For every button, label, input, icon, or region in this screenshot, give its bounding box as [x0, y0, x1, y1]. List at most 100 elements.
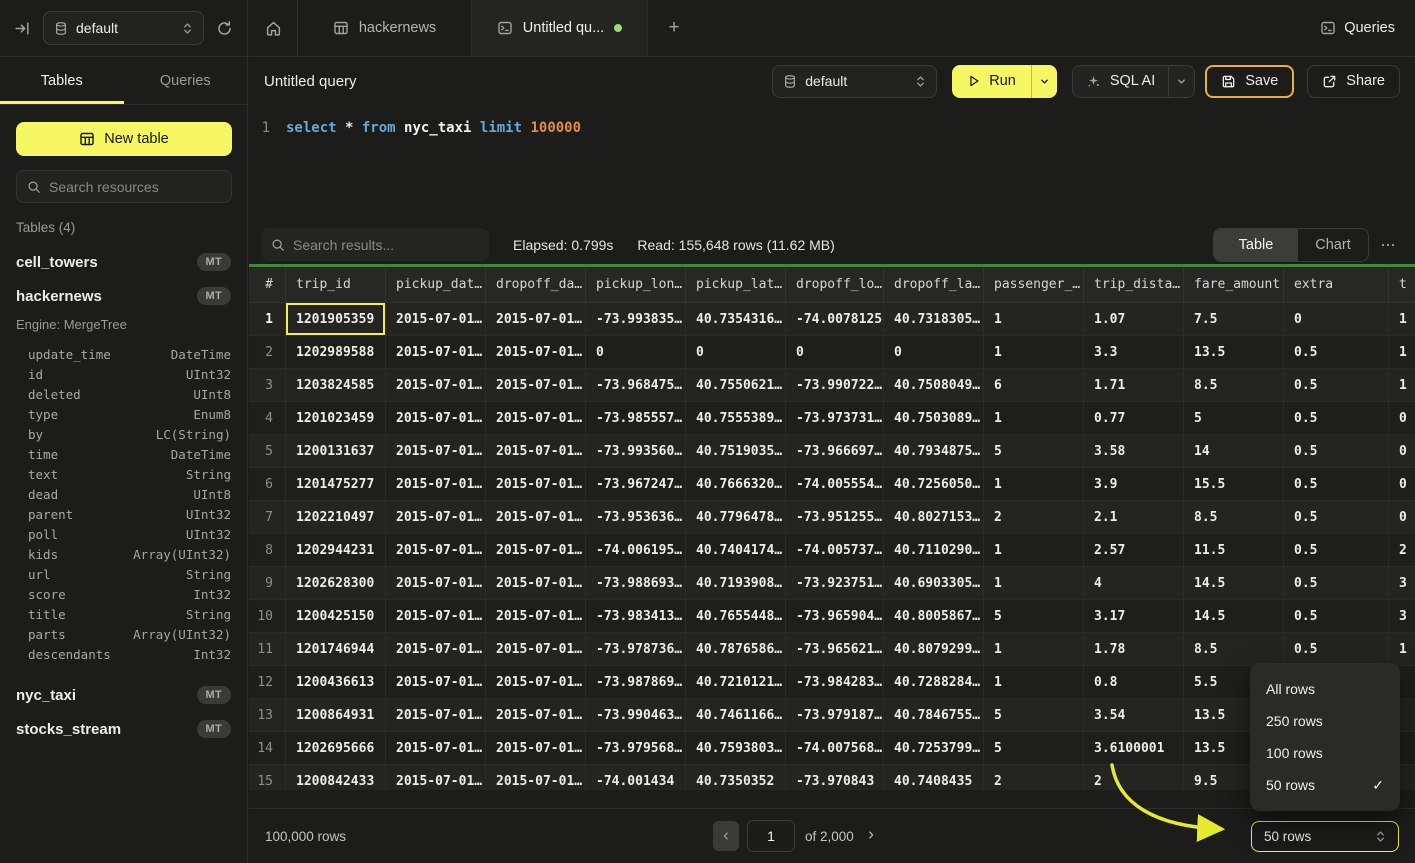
table-cell[interactable]: 40.7934875… — [884, 435, 984, 468]
search-results-box[interactable] — [261, 228, 489, 261]
table-cell[interactable]: 1 — [984, 633, 1084, 666]
table-cell[interactable]: -74.005737… — [786, 534, 884, 567]
table-cell[interactable]: 40.7550621… — [686, 369, 786, 402]
table-cell[interactable]: 1200425150 — [286, 600, 386, 633]
search-resources-box[interactable] — [16, 170, 232, 203]
tab-home[interactable] — [249, 0, 298, 56]
table-cell[interactable]: 2015-07-01… — [386, 600, 486, 633]
table-cell[interactable]: 2015-07-01… — [486, 468, 586, 501]
table-cell[interactable]: 40.7354316… — [686, 303, 786, 336]
table-cell[interactable]: 2 — [1389, 534, 1415, 567]
table-cell[interactable]: 2015-07-01… — [386, 468, 486, 501]
table-cell[interactable]: 0 — [1389, 468, 1415, 501]
table-cell[interactable]: 2015-07-01… — [386, 666, 486, 699]
table-cell[interactable]: 40.7555389… — [686, 402, 786, 435]
table-cell[interactable]: 13.5 — [1184, 336, 1284, 369]
query-database-selector[interactable]: default — [772, 65, 937, 98]
table-cell[interactable]: 2.57 — [1084, 534, 1184, 567]
table-cell[interactable]: 1201023459 — [286, 402, 386, 435]
table-cell[interactable]: -73.985557… — [586, 402, 686, 435]
view-toggle-chart[interactable]: Chart — [1298, 229, 1368, 261]
table-cell[interactable]: 3.17 — [1084, 600, 1184, 633]
table-cell[interactable]: 40.7655448… — [686, 600, 786, 633]
search-resources-input[interactable] — [49, 179, 221, 195]
column-header[interactable]: trip_dista… — [1084, 267, 1184, 303]
table-cell[interactable]: 1 — [1389, 303, 1415, 336]
table-cell[interactable]: 2015-07-01… — [486, 567, 586, 600]
table-cell[interactable]: 1200436613 — [286, 666, 386, 699]
table-cell[interactable]: 40.7288284… — [884, 666, 984, 699]
sidebar-tab-queries[interactable]: Queries — [124, 57, 248, 104]
table-cell[interactable]: 1 — [1389, 369, 1415, 402]
table-cell[interactable]: 2015-07-01… — [386, 534, 486, 567]
table-cell[interactable]: 2015-07-01… — [486, 666, 586, 699]
table-cell[interactable]: 40.7256050… — [884, 468, 984, 501]
column-header[interactable]: fare_amount — [1184, 267, 1284, 303]
table-cell[interactable]: 2015-07-01… — [486, 303, 586, 336]
table-cell[interactable]: 1 — [984, 567, 1084, 600]
sidebar-table-cell-towers[interactable]: cell_towers MT — [0, 245, 247, 279]
table-cell[interactable]: 1202628300 — [286, 567, 386, 600]
table-cell[interactable]: 0.5 — [1284, 435, 1389, 468]
column-header[interactable]: t — [1389, 267, 1415, 303]
table-cell[interactable]: 3 — [1389, 600, 1415, 633]
table-cell[interactable]: 3 — [1389, 567, 1415, 600]
page-number-input[interactable] — [747, 820, 795, 852]
table-cell[interactable]: -73.979187… — [786, 699, 884, 732]
table-cell[interactable]: 8.5 — [1184, 369, 1284, 402]
table-cell[interactable]: 40.7876586… — [686, 633, 786, 666]
table-cell[interactable]: 15.5 — [1184, 468, 1284, 501]
table-cell[interactable]: 5 — [984, 435, 1084, 468]
table-cell[interactable]: 2015-07-01… — [486, 633, 586, 666]
table-cell[interactable]: 2015-07-01… — [486, 765, 586, 790]
table-cell[interactable]: 40.7318305… — [884, 303, 984, 336]
table-cell[interactable]: 1200131637 — [286, 435, 386, 468]
table-cell[interactable]: 0 — [1284, 303, 1389, 336]
table-cell[interactable]: 14.5 — [1184, 567, 1284, 600]
table-cell[interactable]: -74.005554… — [786, 468, 884, 501]
table-cell[interactable]: 1.78 — [1084, 633, 1184, 666]
column-header[interactable]: dropoff_lo… — [786, 267, 884, 303]
table-cell[interactable]: 2015-07-01… — [486, 336, 586, 369]
search-results-input[interactable] — [293, 237, 479, 253]
table-cell[interactable]: 2 — [984, 501, 1084, 534]
table-cell[interactable]: 0 — [1389, 435, 1415, 468]
table-cell[interactable]: 40.7404174… — [686, 534, 786, 567]
table-cell[interactable]: 3.3 — [1084, 336, 1184, 369]
table-cell[interactable]: 2015-07-01… — [386, 699, 486, 732]
table-cell[interactable]: 3.6100001 — [1084, 732, 1184, 765]
refresh-icon[interactable] — [216, 20, 233, 37]
table-cell[interactable]: 3.58 — [1084, 435, 1184, 468]
table-cell[interactable]: 40.7210121… — [686, 666, 786, 699]
menu-item[interactable]: All rows — [1250, 673, 1400, 705]
table-cell[interactable]: 0.5 — [1284, 501, 1389, 534]
page-size-selector[interactable]: 50 rows — [1251, 821, 1399, 852]
table-cell[interactable]: 2015-07-01… — [386, 501, 486, 534]
sidebar-table-nyc-taxi[interactable]: nyc_taxi MT — [0, 678, 247, 712]
table-cell[interactable]: 5 — [984, 732, 1084, 765]
table-cell[interactable]: 40.6903305… — [884, 567, 984, 600]
table-cell[interactable]: 2015-07-01… — [486, 435, 586, 468]
table-cell[interactable]: 14 — [1184, 435, 1284, 468]
table-cell[interactable]: 1 — [984, 534, 1084, 567]
table-cell[interactable]: 1 — [1389, 633, 1415, 666]
table-cell[interactable]: 1202989588 — [286, 336, 386, 369]
table-cell[interactable]: -73.988693… — [586, 567, 686, 600]
table-cell[interactable]: 40.7519035… — [686, 435, 786, 468]
table-cell[interactable]: 1 — [1389, 336, 1415, 369]
table-cell[interactable]: 0.5 — [1284, 468, 1389, 501]
table-cell[interactable]: 40.7253799… — [884, 732, 984, 765]
table-cell[interactable]: 40.7666320… — [686, 468, 786, 501]
table-cell[interactable]: 0.5 — [1284, 369, 1389, 402]
table-cell[interactable]: 5 — [984, 600, 1084, 633]
table-cell[interactable]: 40.7461166… — [686, 699, 786, 732]
table-cell[interactable]: -73.993835… — [586, 303, 686, 336]
table-cell[interactable]: 1202210497 — [286, 501, 386, 534]
table-cell[interactable]: 40.7796478… — [686, 501, 786, 534]
table-cell[interactable]: -73.993560… — [586, 435, 686, 468]
table-cell[interactable]: 2 — [1084, 765, 1184, 790]
table-cell[interactable]: 2015-07-01… — [486, 600, 586, 633]
column-header[interactable]: pickup_lat… — [686, 267, 786, 303]
table-cell[interactable]: 1200864931 — [286, 699, 386, 732]
table-cell[interactable]: 1202695666 — [286, 732, 386, 765]
